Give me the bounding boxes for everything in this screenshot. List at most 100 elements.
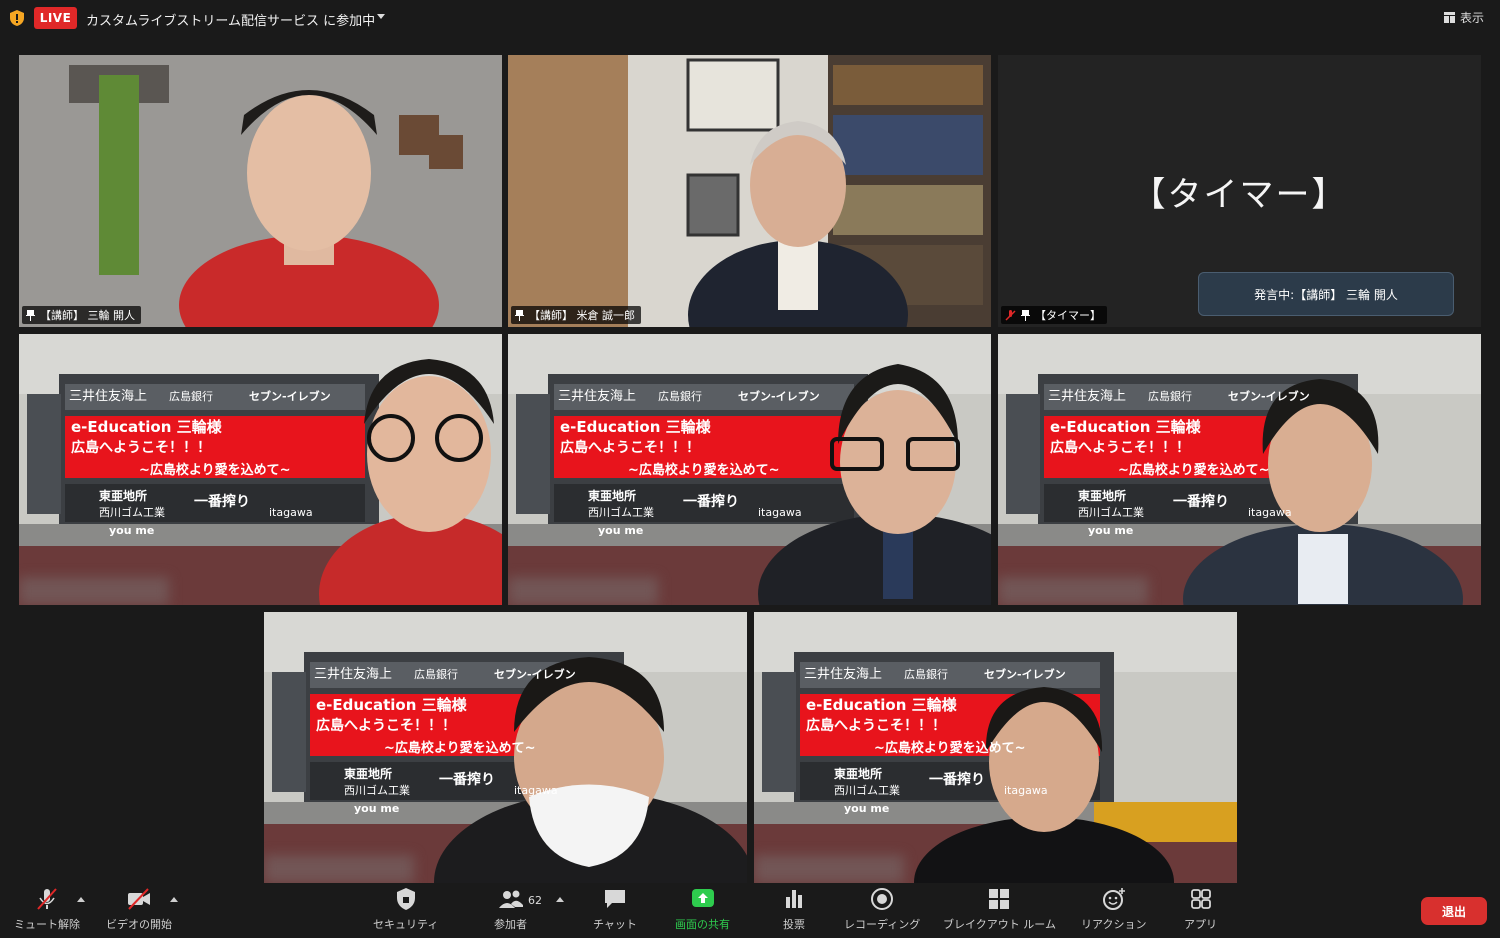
stadium-ad: you me	[1088, 524, 1133, 537]
unmute-button[interactable]: ミュート解除	[14, 887, 80, 932]
pin-icon	[26, 309, 35, 321]
meeting-toolbar: ミュート解除 ビデオの開始 セキュリティ 参加者 62 チャット 画面の共有 投…	[0, 883, 1500, 938]
stadium-ad: you me	[109, 524, 154, 537]
reactions-button[interactable]: リアクション	[1081, 887, 1146, 932]
scoreboard-sponsor: 広島銀行	[658, 389, 702, 403]
participant-name-tag: 【タイマー】	[1001, 306, 1107, 324]
video-tile[interactable]: 三井住友海上 広島銀行 セブン-イレブン e-Education 三輪様 広島へようこそ…	[19, 334, 502, 605]
meeting-top-bar: LIVE カスタムライブストリーム配信サービス に参加中 表示	[0, 0, 1500, 38]
video-tile[interactable]: 三井住友海上 広島銀行 セブン-イレブン e-Education 三輪様 広島へようこそ…	[998, 334, 1481, 605]
scoreboard-line: ~広島校より愛を込めて~	[139, 462, 291, 478]
stadium-ad: 東亜地所	[588, 488, 636, 503]
scoreboard-line: e-Education 三輪様	[1050, 418, 1202, 436]
poll-label: 投票	[783, 918, 805, 931]
record-button[interactable]: レコーディング	[844, 887, 920, 932]
stadium-ad: itagawa	[758, 506, 802, 519]
chevron-up-icon[interactable]	[170, 897, 178, 902]
apps-label: アプリ	[1184, 918, 1217, 931]
view-label: 表示	[1459, 11, 1484, 25]
security-label: セキュリティ	[373, 918, 439, 931]
chevron-up-icon[interactable]	[77, 897, 85, 902]
stadium-ad: 西川ゴム工業	[344, 783, 410, 797]
participant-name: 【講師】 三輪 開人	[40, 309, 135, 322]
poll-chart-icon	[786, 890, 802, 908]
scoreboard-line: 広島へようこそ！！！	[71, 439, 211, 456]
stadium-ad: 東亜地所	[99, 488, 147, 503]
scoreboard-line: e-Education 三輪様	[806, 696, 958, 714]
meeting-title[interactable]: カスタムライブストリーム配信サービス に参加中	[86, 10, 375, 29]
share-screen-icon	[691, 889, 714, 907]
video-tile-timer[interactable]: 【タイマー】 発言中:【講師】 三輪 開人 【タイマー】	[998, 55, 1481, 327]
video-tile[interactable]: 【講師】 米倉 誠一郎	[508, 55, 991, 327]
scoreboard-sponsor: 広島銀行	[169, 389, 213, 403]
scoreboard-line: ~広島校より愛を込めて~	[1118, 462, 1270, 478]
participant-name: 【講師】 米倉 誠一郎	[529, 309, 635, 322]
scoreboard-sponsor: セブン-イレブン	[1228, 389, 1310, 403]
participants-count: 62	[528, 894, 542, 907]
start-video-button[interactable]: ビデオの開始	[106, 887, 172, 932]
participant-name: 【タイマー】	[1035, 309, 1101, 322]
stadium-ad: 一番搾り	[683, 493, 739, 510]
pin-icon	[515, 309, 524, 321]
breakout-rooms-button[interactable]: ブレイクアウト ルーム	[943, 887, 1056, 932]
participant-name-tag: 【講師】 米倉 誠一郎	[511, 306, 641, 324]
view-button[interactable]: 表示	[1443, 9, 1484, 26]
chat-label: チャット	[593, 918, 637, 931]
stadium-ad: itagawa	[1004, 784, 1048, 797]
security-shield-icon	[396, 888, 415, 910]
chevron-down-icon[interactable]	[377, 14, 385, 19]
participants-icon	[498, 890, 523, 908]
stadium-ad: you me	[844, 802, 889, 815]
reactions-label: リアクション	[1081, 918, 1147, 931]
video-tile[interactable]: 三井住友海上 広島銀行 セブン-イレブン e-Education 三輪様 広島へようこそ…	[754, 612, 1237, 883]
poll-button[interactable]: 投票	[781, 887, 807, 932]
stadium-ad: you me	[598, 524, 643, 537]
stadium-ad: 一番搾り	[1173, 493, 1229, 510]
stadium-ad: 東亜地所	[834, 766, 882, 781]
video-tile[interactable]: 三井住友海上 広島銀行 セブン-イレブン e-Education 三輪様 広島へようこそ…	[508, 334, 991, 605]
start-video-label: ビデオの開始	[106, 918, 172, 931]
chat-button[interactable]: チャット	[593, 887, 637, 932]
stadium-ad: 西川ゴム工業	[588, 505, 654, 519]
scoreboard-sponsor: 三井住友海上	[1048, 388, 1126, 404]
live-badge[interactable]: LIVE	[34, 7, 77, 29]
blurred-name-tag	[264, 855, 414, 883]
blurred-name-tag	[508, 577, 658, 605]
scoreboard-sponsor: 広島銀行	[414, 667, 458, 681]
timer-display-name: 【タイマー】	[1131, 175, 1348, 215]
participants-button[interactable]: 参加者	[494, 887, 527, 932]
stadium-ad: 西川ゴム工業	[1078, 505, 1144, 519]
chat-bubble-icon	[604, 890, 625, 908]
scoreboard-sponsor: 三井住友海上	[558, 388, 636, 404]
stadium-ad: 一番搾り	[194, 493, 250, 510]
chevron-up-icon[interactable]	[556, 897, 564, 902]
blurred-name-tag	[998, 577, 1148, 605]
scoreboard-sponsor: セブン-イレブン	[249, 389, 331, 403]
share-screen-button[interactable]: 画面の共有	[675, 887, 730, 932]
participant-video: 三井住友海上 広島銀行 セブン-イレブン e-Education 三輪様広島へようこそ…	[264, 612, 747, 883]
mic-muted-icon	[37, 888, 57, 910]
stadium-ad: 一番搾り	[929, 771, 985, 788]
scoreboard-line: 広島へようこそ！！！	[1050, 439, 1190, 456]
security-button[interactable]: セキュリティ	[373, 887, 438, 932]
stadium-ad: 西川ゴム工業	[99, 505, 165, 519]
blurred-name-tag	[19, 577, 169, 605]
shield-icon[interactable]	[9, 9, 25, 27]
apps-button[interactable]: アプリ	[1184, 887, 1217, 932]
participant-video: 三井住友海上 広島銀行 セブン-イレブン e-Education 三輪様広島へようこそ…	[754, 612, 1237, 883]
apps-icon	[1190, 889, 1211, 909]
scoreboard-line: e-Education 三輪様	[316, 696, 468, 714]
stadium-ad: you me	[354, 802, 399, 815]
grid-view-icon	[1443, 12, 1455, 23]
scoreboard-sponsor: 三井住友海上	[69, 388, 147, 404]
stadium-ad: itagawa	[1248, 506, 1292, 519]
video-tile[interactable]: 三井住友海上 広島銀行 セブン-イレブン e-Education 三輪様 広島へようこそ…	[264, 612, 747, 883]
unmute-label: ミュート解除	[14, 918, 80, 931]
pin-icon	[1021, 309, 1030, 321]
breakout-rooms-label: ブレイクアウト ルーム	[943, 918, 1056, 931]
participant-video	[508, 55, 991, 327]
share-screen-label: 画面の共有	[675, 918, 730, 931]
smiley-plus-icon	[1102, 888, 1125, 910]
video-tile[interactable]: 【講師】 三輪 開人	[19, 55, 502, 327]
leave-meeting-button[interactable]: 退出	[1421, 897, 1487, 925]
